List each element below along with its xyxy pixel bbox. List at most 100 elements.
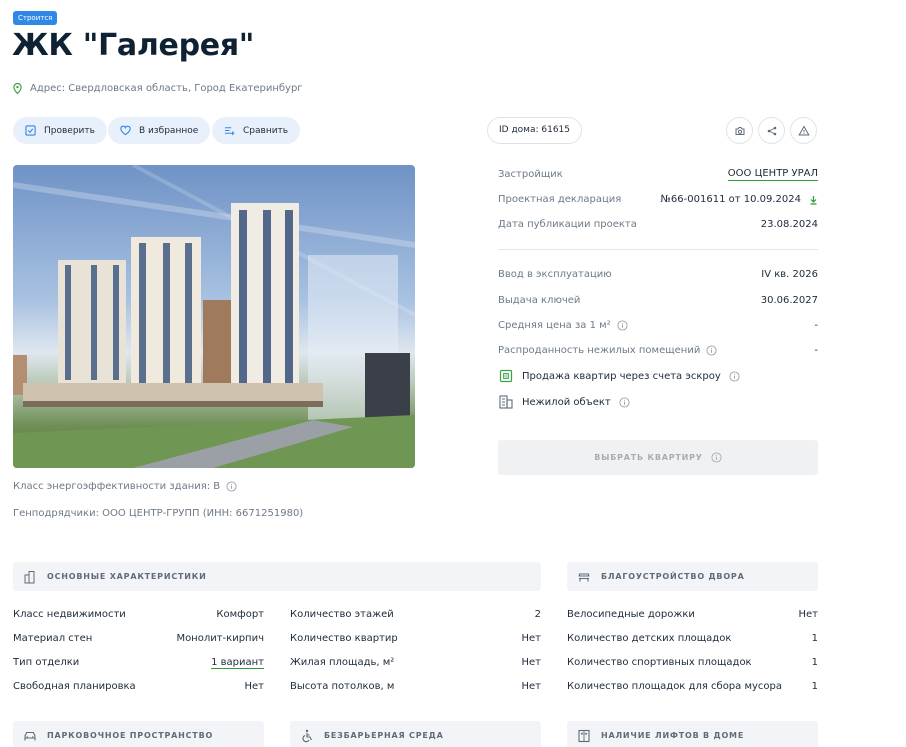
section-elevators-header: НАЛИЧИЕ ЛИФТОВ В ДОМЕ [567,721,818,747]
characteristic-row: Количество детских площадок 1 [567,633,818,644]
characteristic-value: 2 [534,609,541,620]
keys-value: 30.06.2027 [760,295,818,306]
energy-class: Класс энергоэффективности здания: В [13,481,237,492]
characteristic-row: Количество этажей 2 [290,609,541,620]
commissioning-label: Ввод в эксплуатацию [498,269,612,280]
check-label: Проверить [44,125,95,136]
escrow-text: Продажа квартир через счета эскроу [522,370,721,382]
house-id: ID дома: 61615 [487,117,583,144]
developer-label: Застройщик [498,169,563,180]
characteristic-label: Материал стен [13,633,93,644]
info-icon[interactable] [729,370,740,382]
keys-row: Выдача ключей 30.06.2027 [498,295,818,306]
characteristic-row: Материал стен Монолит-кирпич [13,633,264,644]
bench-icon [578,572,590,581]
avg-price-label: Средняя цена за 1 м² [498,320,611,331]
address-text: Адрес: Свердловская область, Город Екате… [30,83,303,94]
characteristic-label: Велосипедные дорожки [567,609,695,620]
camera-icon [735,126,744,135]
published-value: 23.08.2024 [760,219,818,230]
characteristic-label: Количество площадок для сбора мусора [567,681,783,692]
check-button[interactable]: Проверить [13,117,107,144]
published-label: Дата публикации проекта [498,219,637,230]
characteristic-label: Тип отделки [13,657,80,668]
address: Адрес: Свердловская область, Город Екате… [13,83,303,94]
characteristic-row: Количество спортивных площадок 1 [567,657,818,668]
section-parking-header: ПАРКОВОЧНОЕ ПРОСТРАНСТВО [13,721,264,747]
feature-escrow: Продажа квартир через счета эскроу [498,368,740,384]
status-badge: Строится [13,11,58,25]
info-icon[interactable] [706,345,717,356]
section-parking-title: ПАРКОВОЧНОЕ ПРОСТРАНСТВО [47,731,214,740]
characteristic-value: 1 [811,657,818,668]
share-button[interactable] [758,117,785,144]
checkbox-icon [25,125,36,136]
characteristic-row: Жилая площадь, м² Нет [290,657,541,668]
characteristic-value: 1 [811,633,818,644]
commissioning-value: IV кв. 2026 [761,269,818,280]
developer-row: Застройщик ООО ЦЕНТР УРАЛ [498,168,818,181]
characteristic-value: Нет [521,681,542,692]
favorite-button[interactable]: В избранное [108,117,211,144]
report-button[interactable] [790,117,817,144]
characteristic-row: Количество площадок для сбора мусора 1 [567,681,818,692]
energy-class-text: Класс энергоэффективности здания: В [13,481,221,492]
characteristic-value[interactable]: 1 вариант [211,657,264,669]
building-icon [499,395,513,409]
warning-icon [797,124,810,135]
buildings-icon [24,570,35,583]
characteristic-row: Количество квартир Нет [290,633,541,644]
characteristic-value: 1 [811,681,818,692]
favorite-label: В избранное [139,125,199,136]
elevator-icon [578,729,590,742]
location-pin-icon [13,83,22,94]
info-icon[interactable] [226,481,237,492]
characteristic-value: Нет [798,609,819,620]
section-yard-header: БЛАГОУСТРОЙСТВО ДВОРА [567,562,818,591]
declaration-row: Проектная декларация №66-001611 от 10.09… [498,194,818,205]
compare-label: Сравнить [243,125,289,136]
characteristic-label: Количество спортивных площадок [567,657,752,668]
characteristic-value: Нет [244,681,265,692]
avg-price-row: Средняя цена за 1 м² - [498,320,818,331]
characteristic-row: Тип отделки 1 вариант [13,657,264,669]
info-icon[interactable] [617,320,628,331]
choose-apartment-button[interactable]: ВЫБРАТЬ КВАРТИРУ [498,440,818,475]
info-icon [711,452,722,463]
camera-button[interactable] [726,117,753,144]
heart-icon [120,125,131,136]
car-icon [24,731,36,740]
info-icon[interactable] [619,396,630,408]
section-main-header: ОСНОВНЫЕ ХАРАКТЕРИСТИКИ [13,562,541,591]
contractors: Генподрядчики: ООО ЦЕНТР-ГРУПП (ИНН: 667… [13,508,304,519]
characteristic-label: Количество квартир [290,633,398,644]
nonresidential-text: Нежилой объект [522,396,611,408]
sold-nonres-label: Распроданность нежилых помещений [498,345,701,356]
info-divider [498,249,818,250]
escrow-icon [499,369,513,383]
sold-nonres-value: - [814,345,818,356]
characteristic-value: Нет [521,657,542,668]
download-icon[interactable] [809,195,818,205]
section-elevators-title: НАЛИЧИЕ ЛИФТОВ В ДОМЕ [601,731,745,740]
developer-link[interactable]: ООО ЦЕНТР УРАЛ [727,168,818,181]
building-photo[interactable] [13,165,415,468]
commissioning-row: Ввод в эксплуатацию IV кв. 2026 [498,269,818,280]
characteristic-label: Количество детских площадок [567,633,732,644]
characteristic-label: Количество этажей [290,609,394,620]
declaration-value[interactable]: №66-001611 от 10.09.2024 [661,194,801,205]
share-icon [767,126,776,135]
compare-button[interactable]: Сравнить [212,117,301,144]
compare-icon [224,127,235,136]
characteristic-row: Класс недвижимости Комфорт [13,609,264,620]
section-barrier-free-title: БЕЗБАРЬЕРНАЯ СРЕДА [324,731,444,740]
keys-label: Выдача ключей [498,295,581,306]
characteristic-value: Комфорт [216,609,264,620]
wheelchair-icon [302,729,312,742]
characteristic-value: Нет [521,633,542,644]
avg-price-value: - [814,320,818,331]
declaration-label: Проектная декларация [498,194,622,205]
characteristic-row: Высота потолков, м Нет [290,681,541,692]
feature-nonresidential: Нежилой объект [498,394,630,410]
section-yard-title: БЛАГОУСТРОЙСТВО ДВОРА [601,572,745,581]
